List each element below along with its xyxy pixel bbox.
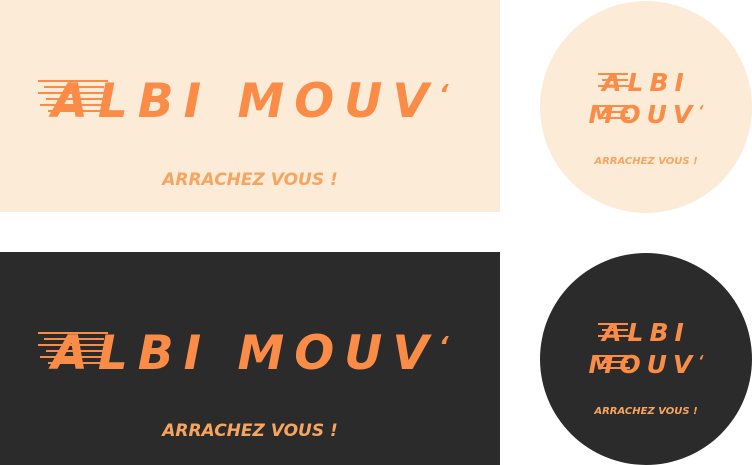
brand-tagline: ARRACHEZ VOUS ! (594, 156, 698, 167)
brand-tagline: ARRACHEZ VOUS ! (162, 170, 338, 190)
logo-dark-rectangle: ALBI MOUV‘ ARRACHEZ VOUS ! (0, 252, 500, 465)
brand-name-part: MOUV (588, 100, 699, 129)
brand-logo: ALBI MOUV‘ (0, 78, 500, 125)
brand-mark: ‘ (698, 353, 704, 370)
logo-light-rectangle: ALBI MOUV‘ ARRACHEZ VOUS ! (0, 0, 500, 212)
brand-logo-line-1: ALBI (602, 68, 690, 97)
logo-dark-circle: ALBI MOUV‘ ARRACHEZ VOUS ! (540, 253, 752, 465)
brand-mark: ‘ (438, 79, 449, 110)
logo-light-circle: ALBI MOUV‘ ARRACHEZ VOUS ! (540, 1, 752, 213)
brand-name-part: MOUV (588, 350, 699, 379)
brand-mark: ‘ (438, 331, 449, 362)
brand-logo-line-2: MOUV‘ (540, 102, 752, 127)
brand-logo-line-2: MOUV‘ (540, 352, 752, 377)
brand-name: ALBI MOUV (51, 326, 439, 381)
brand-logo-line-1: ALBI (602, 318, 690, 347)
brand-mark: ‘ (698, 103, 704, 120)
brand-tagline: ARRACHEZ VOUS ! (162, 421, 338, 441)
brand-logo: ALBI MOUV‘ (0, 330, 500, 377)
brand-name: ALBI MOUV (51, 74, 439, 129)
brand-tagline: ARRACHEZ VOUS ! (594, 406, 698, 417)
